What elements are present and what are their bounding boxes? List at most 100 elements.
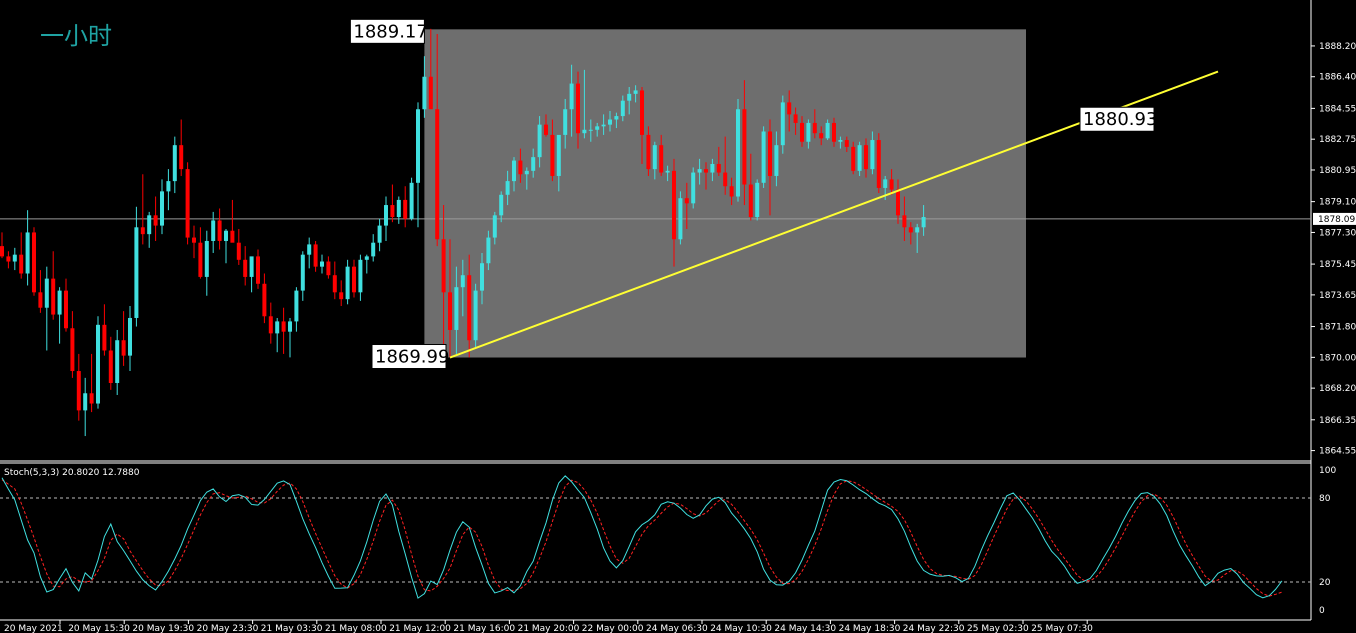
bull-candle-body xyxy=(473,290,478,341)
bear-candle-body xyxy=(448,292,452,330)
rect-high-label: 1889.17 xyxy=(349,18,428,44)
x-tick-label: 20 May 23:30 xyxy=(197,624,259,633)
bull-candle-body xyxy=(166,181,171,192)
bear-candle-body xyxy=(793,114,798,123)
stoch-tick-label: 20 xyxy=(1319,578,1331,588)
bull-candle-body xyxy=(172,145,177,182)
bear-candle-body xyxy=(153,215,158,226)
bear-candle-body xyxy=(723,172,728,187)
bear-candle-body xyxy=(851,146,856,171)
y-tick-label: 1888.20 xyxy=(1319,42,1356,52)
chart-canvas[interactable]: 1888.20 1886.40 1884.55 1882.75 1880.95 1879.… xyxy=(0,0,1356,633)
bull-candle-body xyxy=(294,290,299,322)
bull-candle-body xyxy=(249,256,254,277)
bear-candle-body xyxy=(684,198,689,204)
bull-candle-body xyxy=(160,191,164,226)
bull-candle-body xyxy=(307,244,312,255)
bear-candle-body xyxy=(428,76,433,110)
bull-candle-body xyxy=(409,182,414,219)
bull-candle-body xyxy=(147,215,152,235)
bull-candle-body xyxy=(371,242,376,257)
candle xyxy=(755,179,760,221)
x-tick-label: 24 May 22:30 xyxy=(903,624,965,633)
bear-candle-body xyxy=(544,124,548,135)
bull-candle-body xyxy=(569,83,574,110)
bear-candle-body xyxy=(339,292,344,300)
candle xyxy=(780,95,785,154)
bull-candle-body xyxy=(825,122,830,139)
bear-candle-body xyxy=(0,246,4,257)
candle xyxy=(96,316,100,409)
bear-candle-body xyxy=(889,179,894,190)
bear-candle-body xyxy=(518,160,523,175)
candle xyxy=(857,141,862,176)
y-tick-label: 1880.95 xyxy=(1319,166,1356,176)
bear-candle-body xyxy=(876,140,881,188)
bull-candle-body xyxy=(691,172,696,204)
bear-candle-body xyxy=(262,283,267,317)
y-tick-label: 1886.40 xyxy=(1319,73,1356,83)
x-tick-label: 20 May 2021 xyxy=(4,624,63,633)
x-tick-label: 24 May 06:30 xyxy=(646,624,708,633)
stochastic-legend: Stoch(5,3,3) 20.8020 12.7880 xyxy=(4,468,140,478)
candle xyxy=(32,227,36,296)
x-tick-label: 20 May 15:30 xyxy=(68,624,130,633)
bear-candle-body xyxy=(742,109,747,185)
bull-candle-body xyxy=(486,237,491,264)
bull-candle-body xyxy=(595,126,600,130)
bull-candle-body xyxy=(499,194,504,216)
bull-candle-body xyxy=(755,182,760,218)
y-tick-label: 1879.10 xyxy=(1319,198,1356,208)
y-tick-label: 1871.80 xyxy=(1319,323,1356,333)
stoch-tick-label: 80 xyxy=(1319,494,1331,504)
bull-candle-body xyxy=(320,261,324,267)
bull-candle-body xyxy=(44,278,49,308)
bull-candle-body xyxy=(505,181,510,195)
bear-candle-body xyxy=(89,393,94,404)
bull-candle-body xyxy=(25,232,30,274)
y-tick-label: 1870.00 xyxy=(1319,353,1356,363)
bull-candle-body xyxy=(377,225,382,243)
bear-candle-body xyxy=(243,259,248,277)
bull-candle-body xyxy=(563,109,568,135)
bull-candle-body xyxy=(556,134,561,176)
bull-candle-body xyxy=(524,170,529,175)
y-tick-label: 1868.20 xyxy=(1319,384,1356,394)
bull-candle-body xyxy=(678,198,683,240)
bear-candle-body xyxy=(6,256,11,262)
bull-candle-body xyxy=(601,124,606,127)
bull-candle-body xyxy=(460,275,465,288)
bull-candle-body xyxy=(620,100,625,117)
bull-candle-body xyxy=(211,220,216,241)
rect-high-label-text: 1889.17 xyxy=(353,21,427,42)
bull-candle-body xyxy=(416,109,420,183)
bull-candle-body xyxy=(128,317,132,356)
bull-candle-body xyxy=(537,124,542,158)
bear-candle-body xyxy=(812,122,817,134)
bear-candle-body xyxy=(640,90,644,135)
x-tick-label: 21 May 16:00 xyxy=(453,624,515,633)
bull-candle-body xyxy=(608,119,612,125)
bear-candle-body xyxy=(179,145,184,170)
y-tick-label: 1864.55 xyxy=(1319,447,1356,457)
candle xyxy=(409,177,414,221)
bear-candle-body xyxy=(38,292,43,308)
x-tick-label: 24 May 14:30 xyxy=(774,624,836,633)
bull-candle-body xyxy=(384,205,388,226)
bear-candle-body xyxy=(121,340,126,356)
x-tick-label: 21 May 20:00 xyxy=(518,624,580,633)
bull-candle-body xyxy=(275,321,280,334)
y-tick-label: 1875.45 xyxy=(1319,260,1356,270)
bull-candle-body xyxy=(115,340,120,384)
trendline-value-label-text: 1880.93 xyxy=(1083,109,1157,130)
bear-candle-body xyxy=(140,227,145,235)
bull-candle-body xyxy=(396,199,401,218)
x-tick-label: 25 May 07:30 xyxy=(1031,624,1093,633)
x-tick-label: 22 May 00:00 xyxy=(582,624,644,633)
bull-candle-body xyxy=(512,160,516,182)
bull-candle-body xyxy=(915,227,920,233)
bull-candle-body xyxy=(345,266,350,300)
bear-candle-body xyxy=(659,145,664,173)
rect-low-label-text: 1869.99 xyxy=(375,347,449,368)
bear-candle-body xyxy=(704,169,708,173)
